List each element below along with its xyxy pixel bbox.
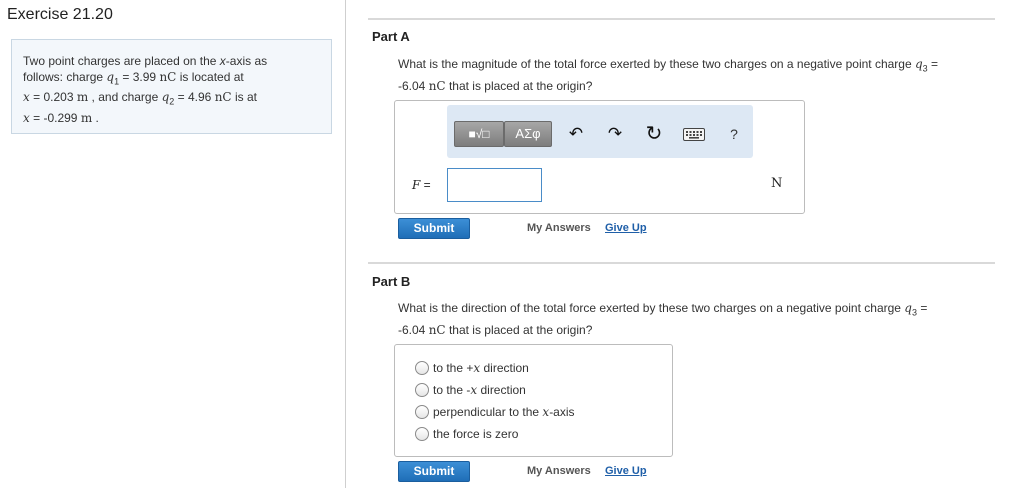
q3-unit: nC	[428, 79, 446, 94]
reset-icon[interactable]: ↻	[643, 123, 665, 145]
x2-unit: m	[80, 110, 93, 125]
problem-text: is located at	[176, 70, 244, 84]
problem-statement: Two point charges are placed on the x -ax…	[11, 39, 332, 134]
problem-text: , and charge	[88, 90, 162, 105]
q3-value: -6.04	[398, 323, 429, 338]
q3-symbol: q	[914, 57, 923, 71]
radio-button[interactable]	[415, 405, 429, 419]
question-text: =	[927, 57, 939, 71]
part-b-submit-button[interactable]: Submit	[398, 461, 470, 482]
math-toolbar: ■√□ ΑΣφ ↶ ↷ ↻ ?	[447, 105, 753, 158]
option-text: to the +	[433, 361, 474, 375]
part-a-question: What is the magnitude of the total force…	[398, 55, 988, 95]
part-b-give-up-link[interactable]: Give Up	[605, 465, 647, 477]
question-text: What is the direction of the total force…	[398, 301, 905, 315]
x2-symbol: x	[23, 110, 30, 125]
x2-value: = -0.299	[29, 110, 81, 125]
question-text: =	[917, 301, 928, 315]
q2-unit: nC	[214, 90, 232, 105]
part-b-my-answers-link[interactable]: My Answers	[527, 465, 591, 477]
option-text: the force is zero	[433, 427, 519, 441]
option-label: perpendicular to the x-axis	[433, 405, 575, 419]
problem-text: is at	[231, 90, 257, 105]
part-b-divider	[368, 262, 995, 264]
option-label: to the +x direction	[433, 361, 529, 375]
part-a-submit-button[interactable]: Submit	[398, 218, 470, 239]
keyboard-icon[interactable]	[681, 123, 707, 145]
question-text: that is placed at the origin?	[445, 79, 593, 94]
x1-unit: m	[76, 90, 89, 105]
q1-symbol: q	[106, 70, 115, 84]
q1-unit: nC	[159, 70, 177, 84]
problem-text: follows: charge	[23, 70, 107, 84]
undo-icon[interactable]: ↶	[565, 123, 587, 145]
part-b-title: Part B	[372, 274, 411, 289]
exercise-title: Exercise 21.20	[7, 6, 113, 23]
f-equals: =	[420, 178, 431, 192]
column-divider	[345, 0, 346, 488]
force-unit-label: N	[771, 176, 783, 191]
part-a-title: Part A	[372, 29, 410, 44]
option-text: -axis	[549, 405, 575, 419]
question-text: What is the magnitude of the total force…	[398, 57, 915, 71]
x1-symbol: x	[23, 90, 30, 105]
symbols-button[interactable]: ΑΣφ	[504, 121, 552, 147]
q1-value: = 3.99	[119, 70, 160, 84]
direction-options: to the +x direction to the -x direction …	[394, 344, 673, 457]
help-button[interactable]: ?	[723, 123, 745, 145]
radio-button[interactable]	[415, 383, 429, 397]
force-answer-input[interactable]	[447, 168, 542, 202]
part-b-question: What is the direction of the total force…	[398, 299, 988, 339]
part-a-give-up-link[interactable]: Give Up	[605, 222, 647, 234]
option-text: direction	[480, 361, 529, 375]
templates-button[interactable]: ■√□	[454, 121, 504, 147]
x1-value: = 0.203	[29, 90, 77, 105]
option-text: perpendicular to the	[433, 405, 543, 419]
f-input-label: F =	[412, 178, 431, 192]
q3-unit: nC	[428, 323, 446, 338]
option-text: to the -	[433, 383, 471, 397]
problem-text: Two point charges are placed on the	[23, 54, 220, 68]
option-label: to the -x direction	[433, 383, 526, 397]
question-text: that is placed at the origin?	[445, 323, 593, 338]
q3-value: -6.04	[398, 79, 429, 94]
q2-value: = 4.96	[174, 90, 215, 105]
part-a-divider	[368, 18, 995, 20]
option-text: direction	[477, 383, 526, 397]
radio-button[interactable]	[415, 427, 429, 441]
problem-text: .	[92, 110, 99, 125]
radio-button[interactable]	[415, 361, 429, 375]
redo-icon[interactable]: ↷	[604, 123, 626, 145]
q3-symbol: q	[904, 301, 912, 315]
problem-text: -axis as	[225, 54, 268, 68]
part-a-my-answers-link[interactable]: My Answers	[527, 222, 591, 234]
part-a-answer-box: ■√□ ΑΣφ ↶ ↷ ↻ ? F = N	[394, 100, 805, 214]
option-label: the force is zero	[433, 427, 518, 441]
